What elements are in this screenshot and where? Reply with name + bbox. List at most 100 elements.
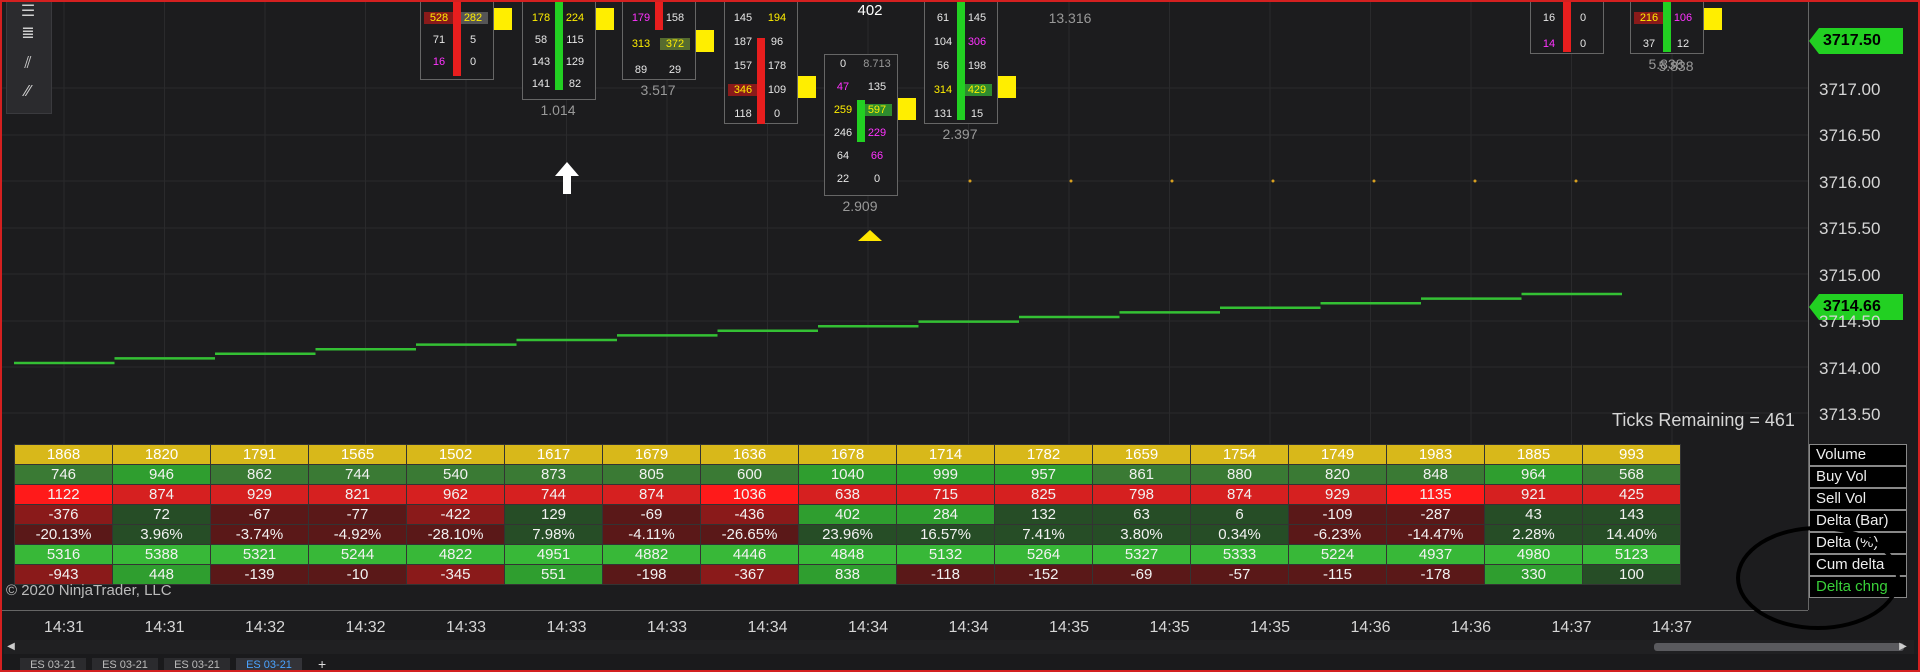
table-cell: 23.96% [798,524,897,545]
imbalance-marker [1704,8,1722,30]
table-cell: 1885 [1484,444,1583,465]
candle-body [655,0,663,30]
table-cell: 1749 [1288,444,1387,465]
list-icon[interactable]: ≣ [15,23,41,45]
bar-total: 2.909 [842,198,878,214]
ask-volume: 194 [767,12,787,24]
bid-volume: 187 [733,36,753,48]
table-cell: 143 [1582,504,1681,525]
table-cell: 1820 [112,444,211,465]
time-label: 14:33 [445,619,487,636]
table-cell: 5132 [896,544,995,565]
table-cell: 1565 [308,444,407,465]
ask-volume: 306 [967,36,987,48]
table-cell: -178 [1386,564,1485,585]
table-cell: 1040 [798,464,897,485]
tab-es-03-21[interactable]: ES 03-21 [164,658,230,672]
table-cell: -67 [210,504,309,525]
table-cell: 7.98% [504,524,603,545]
menu-icon[interactable]: ☰ [15,1,41,23]
candle-body [1563,0,1571,52]
table-cell: 5327 [1092,544,1191,565]
table-cell: -14.47% [1386,524,1485,545]
time-label: 14:33 [546,619,587,636]
scroll-right-icon[interactable]: ▶ [1898,642,1908,652]
table-cell: -77 [308,504,407,525]
table-cell: 874 [112,484,211,505]
table-cell: -4.11% [602,524,701,545]
table-cell: 1782 [994,444,1093,465]
table-cell: -287 [1386,504,1485,525]
table-cell: -436 [700,504,799,525]
table-cell: 1636 [700,444,799,465]
ask-volume: 29 [668,64,682,76]
table-cell: 0.34% [1190,524,1289,545]
price-label: 3716.00 [1819,173,1881,192]
bid-volume: 0 [839,58,847,70]
drawing-tool-icon[interactable]: ⫽ [15,53,41,75]
bid-volume: 528 [424,12,454,24]
table-cell: 805 [602,464,701,485]
bar-total: 2.397 [942,126,978,142]
level-marker [968,179,972,183]
bar-total: 5.838 [1658,58,1694,74]
table-cell: -376 [14,504,113,525]
time-label: 14:36 [1350,619,1391,636]
price-axis[interactable]: 3717.50 3717.00 3716.50 3716.00 3715.50 … [1808,0,1920,610]
table-row: 746 946 862 744 540 873 805 600 1040 999 957 861 880… [14,464,1681,485]
candle-body [453,0,461,76]
row-label-sell-vol: Sell Vol [1809,488,1907,510]
table-cell: 5264 [994,544,1093,565]
table-cell: -6.23% [1288,524,1387,545]
table-cell: 1791 [210,444,309,465]
bid-volume: 246 [833,127,853,139]
line-tool-icon[interactable]: ∕∕ [15,81,41,103]
chart-plot-area[interactable]: ☰ ≣ ⫽ ∕∕ 528 282 71 5 16 0 178 224 58 115 143 129 14… [0,0,1808,610]
horizontal-scrollbar[interactable]: ◀ ▶ [4,640,1914,654]
bid-volume: 216 [1634,12,1664,24]
bid-volume: 145 [733,12,753,24]
time-label: 14:32 [345,619,386,636]
level-marker [1372,179,1376,183]
table-cell: 821 [308,484,407,505]
time-label: 14:36 [1450,619,1492,636]
tab-es-03-21[interactable]: ES 03-21 [20,658,86,672]
table-cell: 1714 [896,444,995,465]
bid-volume: 47 [836,81,850,93]
top-value: 402 [857,2,883,19]
imbalance-marker [696,30,714,52]
tab-es-03-21-active[interactable]: ES 03-21 [236,658,302,672]
time-label: 14:35 [1249,619,1291,636]
bid-volume: 179 [631,12,651,24]
table-cell: 551 [504,564,603,585]
table-cell: -115 [1288,564,1387,585]
add-tab-icon[interactable]: + [318,656,326,672]
table-cell: 999 [896,464,995,485]
table-cell: 1122 [14,484,113,505]
bid-volume: 56 [936,60,950,72]
table-cell: -26.65% [700,524,799,545]
candle-body [555,0,563,90]
ask-volume: 0 [469,56,477,68]
ask-volume: 178 [767,60,787,72]
scroll-thumb[interactable] [1654,643,1904,651]
table-cell: -422 [406,504,505,525]
table-cell: 540 [406,464,505,485]
table-cell: 825 [994,484,1093,505]
table-cell: -57 [1190,564,1289,585]
price-label: 3715.00 [1819,266,1881,285]
table-cell: 600 [700,464,799,485]
table-cell: 873 [504,464,603,485]
tab-es-03-21[interactable]: ES 03-21 [92,658,158,672]
price-label: 3714.00 [1819,359,1881,378]
price-label: 3716.50 [1819,126,1881,145]
table-cell: -3.74% [210,524,309,545]
scroll-left-icon[interactable]: ◀ [6,642,16,652]
table-cell: 43 [1484,504,1583,525]
table-cell: 3.80% [1092,524,1191,545]
bid-volume: 314 [933,84,953,96]
time-axis[interactable]: 14:31 14:31 14:32 14:32 14:33 14:33 14:33 14:34… [0,610,1808,641]
table-cell: 798 [1092,484,1191,505]
ask-volume: 8.713 [863,58,891,70]
time-label: 14:37 [1551,619,1592,636]
